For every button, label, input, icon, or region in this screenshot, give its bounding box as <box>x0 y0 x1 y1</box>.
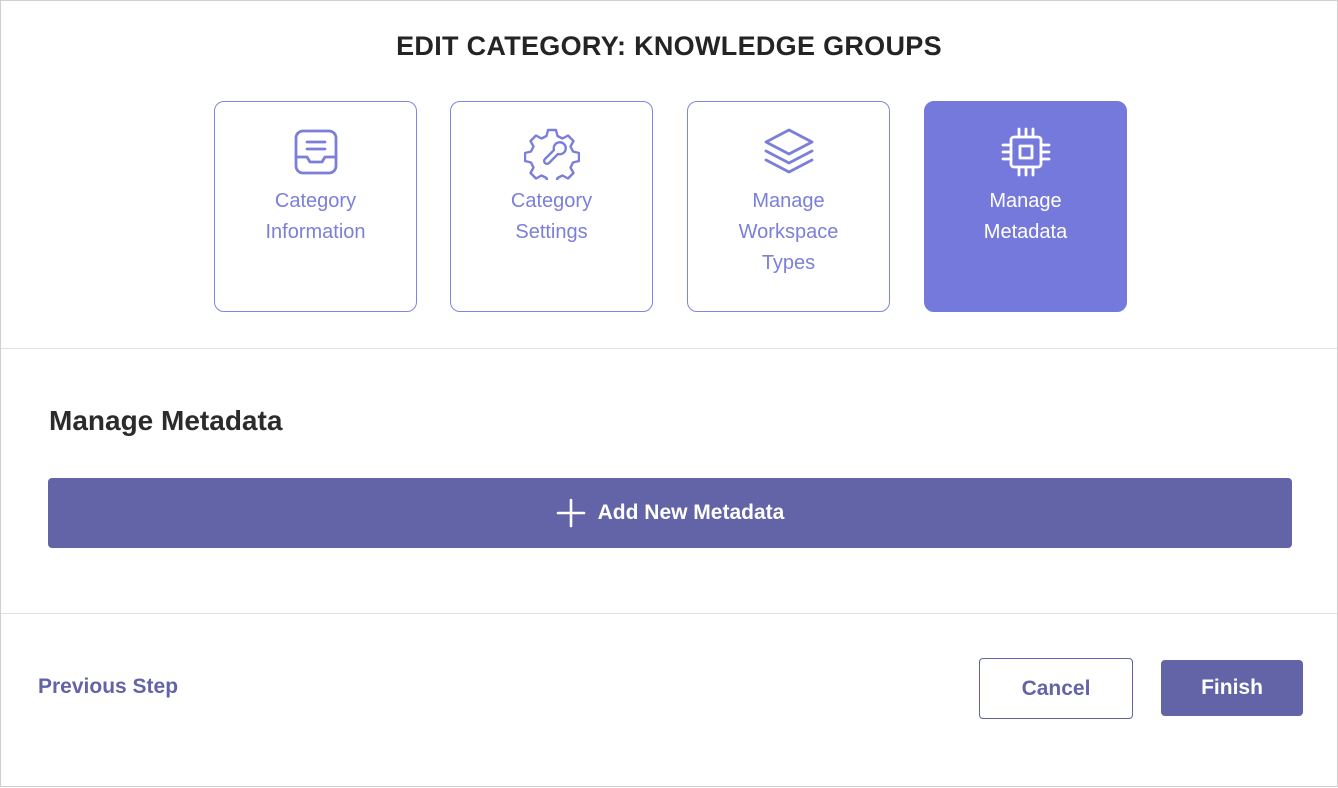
step-category-settings[interactable]: Category Settings <box>450 101 653 312</box>
add-new-metadata-button[interactable]: Add New Metadata <box>48 478 1292 548</box>
previous-step-link[interactable]: Previous Step <box>38 675 178 699</box>
layers-icon <box>761 124 817 180</box>
finish-button[interactable]: Finish <box>1161 660 1303 716</box>
step-label: Category Settings <box>510 190 593 243</box>
step-label: Manage Workspace Types <box>738 190 839 274</box>
step-category-information[interactable]: Category Information <box>214 101 417 312</box>
gear-wrench-icon <box>523 124 580 180</box>
step-label: Category Information <box>265 190 366 243</box>
section-title: Manage Metadata <box>49 405 283 436</box>
manage-metadata-section: Manage Metadata Add New Metadata <box>1 350 1337 614</box>
add-new-metadata-label: Add New Metadata <box>597 501 785 524</box>
inbox-tray-icon <box>288 124 344 180</box>
step-manage-workspace-types[interactable]: Manage Workspace Types <box>687 101 890 312</box>
edit-category-dialog: EDIT CATEGORY: KNOWLEDGE GROUPS Category… <box>0 0 1338 787</box>
cancel-button[interactable]: Cancel <box>979 658 1133 719</box>
dialog-title: EDIT CATEGORY: KNOWLEDGE GROUPS <box>396 31 942 61</box>
dialog-footer: Previous Step Cancel Finish <box>1 615 1337 788</box>
step-label: Manage Metadata <box>983 190 1068 243</box>
plus-icon <box>556 498 586 528</box>
chip-icon <box>998 124 1054 180</box>
dialog-header: EDIT CATEGORY: KNOWLEDGE GROUPS Category… <box>1 1 1337 349</box>
step-manage-metadata[interactable]: Manage Metadata <box>924 101 1127 312</box>
